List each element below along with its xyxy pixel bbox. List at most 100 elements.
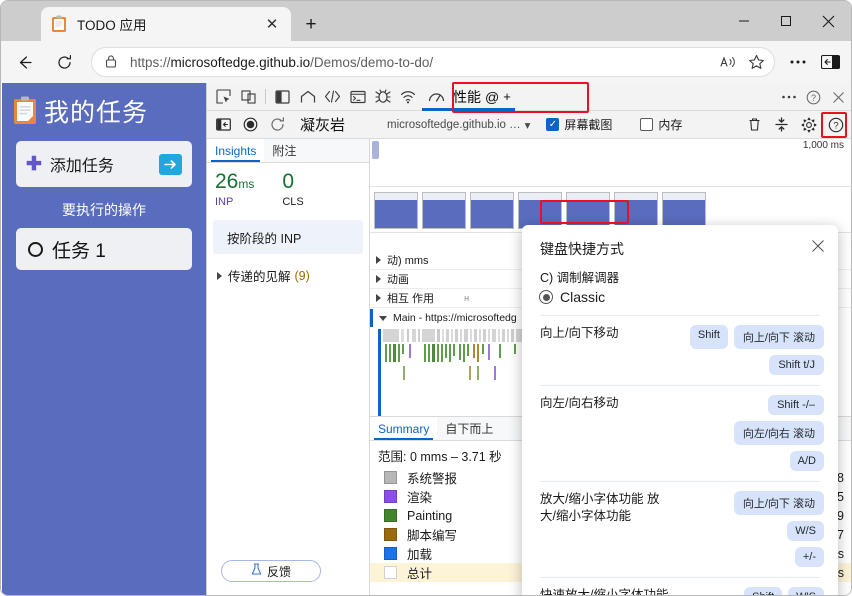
settings-icon[interactable] [796, 113, 821, 137]
filmstrip-frame[interactable] [422, 192, 466, 229]
tab-at-symbol: @ [485, 88, 500, 105]
tab-bottom-up[interactable]: 自下而上 [437, 417, 501, 440]
record-icon[interactable] [238, 113, 263, 137]
debugger-icon[interactable] [370, 85, 395, 109]
color-swatch [384, 547, 397, 560]
clipboard-icon [12, 96, 38, 126]
reload-record-icon[interactable] [265, 113, 290, 137]
close-window-button[interactable] [807, 4, 849, 38]
shortcut-keys: Shift W'S Shift +/- [672, 587, 824, 595]
feedback-label: 反馈 [266, 564, 291, 579]
device-toolbar-icon[interactable] [236, 85, 261, 109]
help-icon[interactable]: ? [801, 85, 826, 109]
recording-name: 凝灰岩 [300, 117, 346, 134]
checkbox-icon [640, 118, 654, 131]
timeline-overview[interactable]: 1,000 ms [370, 139, 851, 187]
shortcut-preset-label: C) 调制解调器 [540, 271, 620, 285]
tab-insights[interactable]: Insights [207, 139, 265, 162]
filmstrip-frame[interactable] [614, 192, 658, 229]
console-icon[interactable] [345, 85, 370, 109]
key-line: W/S [787, 521, 824, 541]
browser-tab[interactable]: TODO 应用 ✕ [41, 7, 291, 41]
new-tab-button[interactable]: + [299, 13, 323, 37]
track-main-label: Main - https://microsoftedg [393, 312, 517, 324]
filmstrip-frame[interactable] [518, 192, 562, 229]
keyboard-shortcuts-dialog: 键盘快捷方式 C) 调制解调器 Classic 向上/向下移动 Shift 向上… [522, 225, 838, 595]
radio-icon [539, 290, 553, 304]
delete-icon[interactable] [742, 113, 767, 137]
tab-performance[interactable]: 性能 @ + [420, 83, 517, 111]
shortcut-desc: 向左/向右移动 [540, 396, 619, 410]
page-title: 我的任务 [44, 99, 149, 127]
split-screen-icon[interactable] [815, 47, 845, 77]
todo-section-label: 要执行的操作 [62, 202, 146, 218]
list-item[interactable]: 任务 1 [16, 228, 192, 270]
inspect-icon[interactable] [211, 85, 236, 109]
clipboard-icon [51, 15, 67, 33]
elements-icon[interactable] [270, 85, 295, 109]
tab-summary[interactable]: Summary [370, 417, 438, 440]
radio-classic[interactable]: Classic [539, 289, 838, 305]
memory-checkbox[interactable]: 内存 [640, 116, 682, 133]
add-task-field[interactable]: ✚ 添加任务 [16, 141, 192, 187]
timeline-ruler-top: 1,000 ms [802, 140, 844, 151]
key-line: Shift t/J [769, 355, 824, 375]
filmstrip-frame[interactable] [566, 192, 610, 229]
back-button[interactable] [7, 45, 41, 79]
tab-performance-label: 性能 [453, 88, 481, 105]
screenshots-label: 屏幕截图 [564, 118, 613, 132]
url-text: https://microsoftedge.github.io/Demos/de… [130, 55, 714, 70]
chevron-down-icon[interactable] [379, 315, 387, 321]
tab-plus-symbol: + [503, 89, 511, 104]
key-cap: 向上/向下 滚动 [733, 325, 824, 349]
task-label: 任务 1 [52, 240, 106, 262]
star-icon[interactable] [742, 49, 770, 75]
sources-icon[interactable] [320, 85, 345, 109]
todo-header: 我的任务 [2, 83, 206, 129]
chevron-right-icon[interactable] [376, 275, 381, 283]
track-label: 相互 作用 [387, 293, 435, 305]
filmstrip-frame[interactable] [374, 192, 418, 229]
home-icon[interactable] [295, 85, 320, 109]
devtools-more-button[interactable] [776, 85, 801, 109]
metric-inp-label: INP [215, 196, 234, 208]
passed-insights-label: 传递的见解 [228, 270, 291, 284]
close-icon[interactable] [808, 236, 828, 256]
read-aloud-icon[interactable] [714, 49, 742, 75]
insight-inp-by-phase[interactable]: 按阶段的 INP [213, 220, 363, 254]
passed-insights-row[interactable]: 传递的见解 (9) [211, 266, 369, 285]
refresh-button[interactable] [47, 45, 81, 79]
tab-annotations[interactable]: 附注 [264, 139, 304, 162]
page-area: 我的任务 ✚ 添加任务 要执行的操作 任务 1 性能 @ + ? 凝灰岩 mic… [2, 83, 851, 595]
filmstrip-frame[interactable] [470, 192, 514, 229]
timeline-left-handle[interactable] [372, 141, 379, 159]
shortcut-row-up-down: 向上/向下移动 Shift 向上/向下 滚动 Shift t/J [522, 316, 838, 375]
summary-range-value: 0 mms – 3.71 秒 [409, 450, 502, 464]
address-bar[interactable]: https://microsoftedge.github.io/Demos/de… [91, 47, 775, 77]
navigation-bar: https://microsoftedge.github.io/Demos/de… [1, 41, 851, 83]
filmstrip-frame[interactable] [662, 192, 706, 229]
browser-ellipsis-button[interactable] [783, 47, 813, 77]
todo-app: 我的任务 ✚ 添加任务 要执行的操作 任务 1 [2, 83, 206, 595]
close-devtools-button[interactable] [826, 85, 851, 109]
color-swatch [384, 528, 397, 541]
network-icon[interactable] [395, 85, 420, 109]
shortcut-row-fast-zoom: 快速放大/缩小字体功能 Shift W'S Shift +/- [522, 578, 838, 595]
checkbox-circle-icon[interactable] [28, 241, 43, 257]
chevron-right-icon[interactable] [376, 256, 381, 264]
help-circle-icon[interactable]: ? [823, 113, 848, 137]
arrow-right-icon[interactable] [159, 153, 182, 175]
interaction-marker: н [464, 293, 470, 303]
screenshots-checkbox[interactable]: 屏幕截图 [546, 116, 612, 133]
feedback-button[interactable]: 反馈 [221, 560, 321, 582]
chevron-right-icon [217, 271, 222, 280]
minimize-button[interactable] [723, 4, 765, 38]
collapse-icon[interactable] [769, 113, 794, 137]
key-line: 向上/向下 滚动 [733, 491, 824, 515]
chevron-right-icon[interactable] [376, 294, 381, 302]
color-swatch [384, 509, 397, 522]
dock-side-icon[interactable] [211, 113, 236, 137]
maximize-button[interactable] [765, 4, 807, 38]
target-dropdown[interactable]: microsoftedge.github.io … ▾ [387, 118, 530, 132]
close-tab-button[interactable]: ✕ [263, 15, 281, 33]
